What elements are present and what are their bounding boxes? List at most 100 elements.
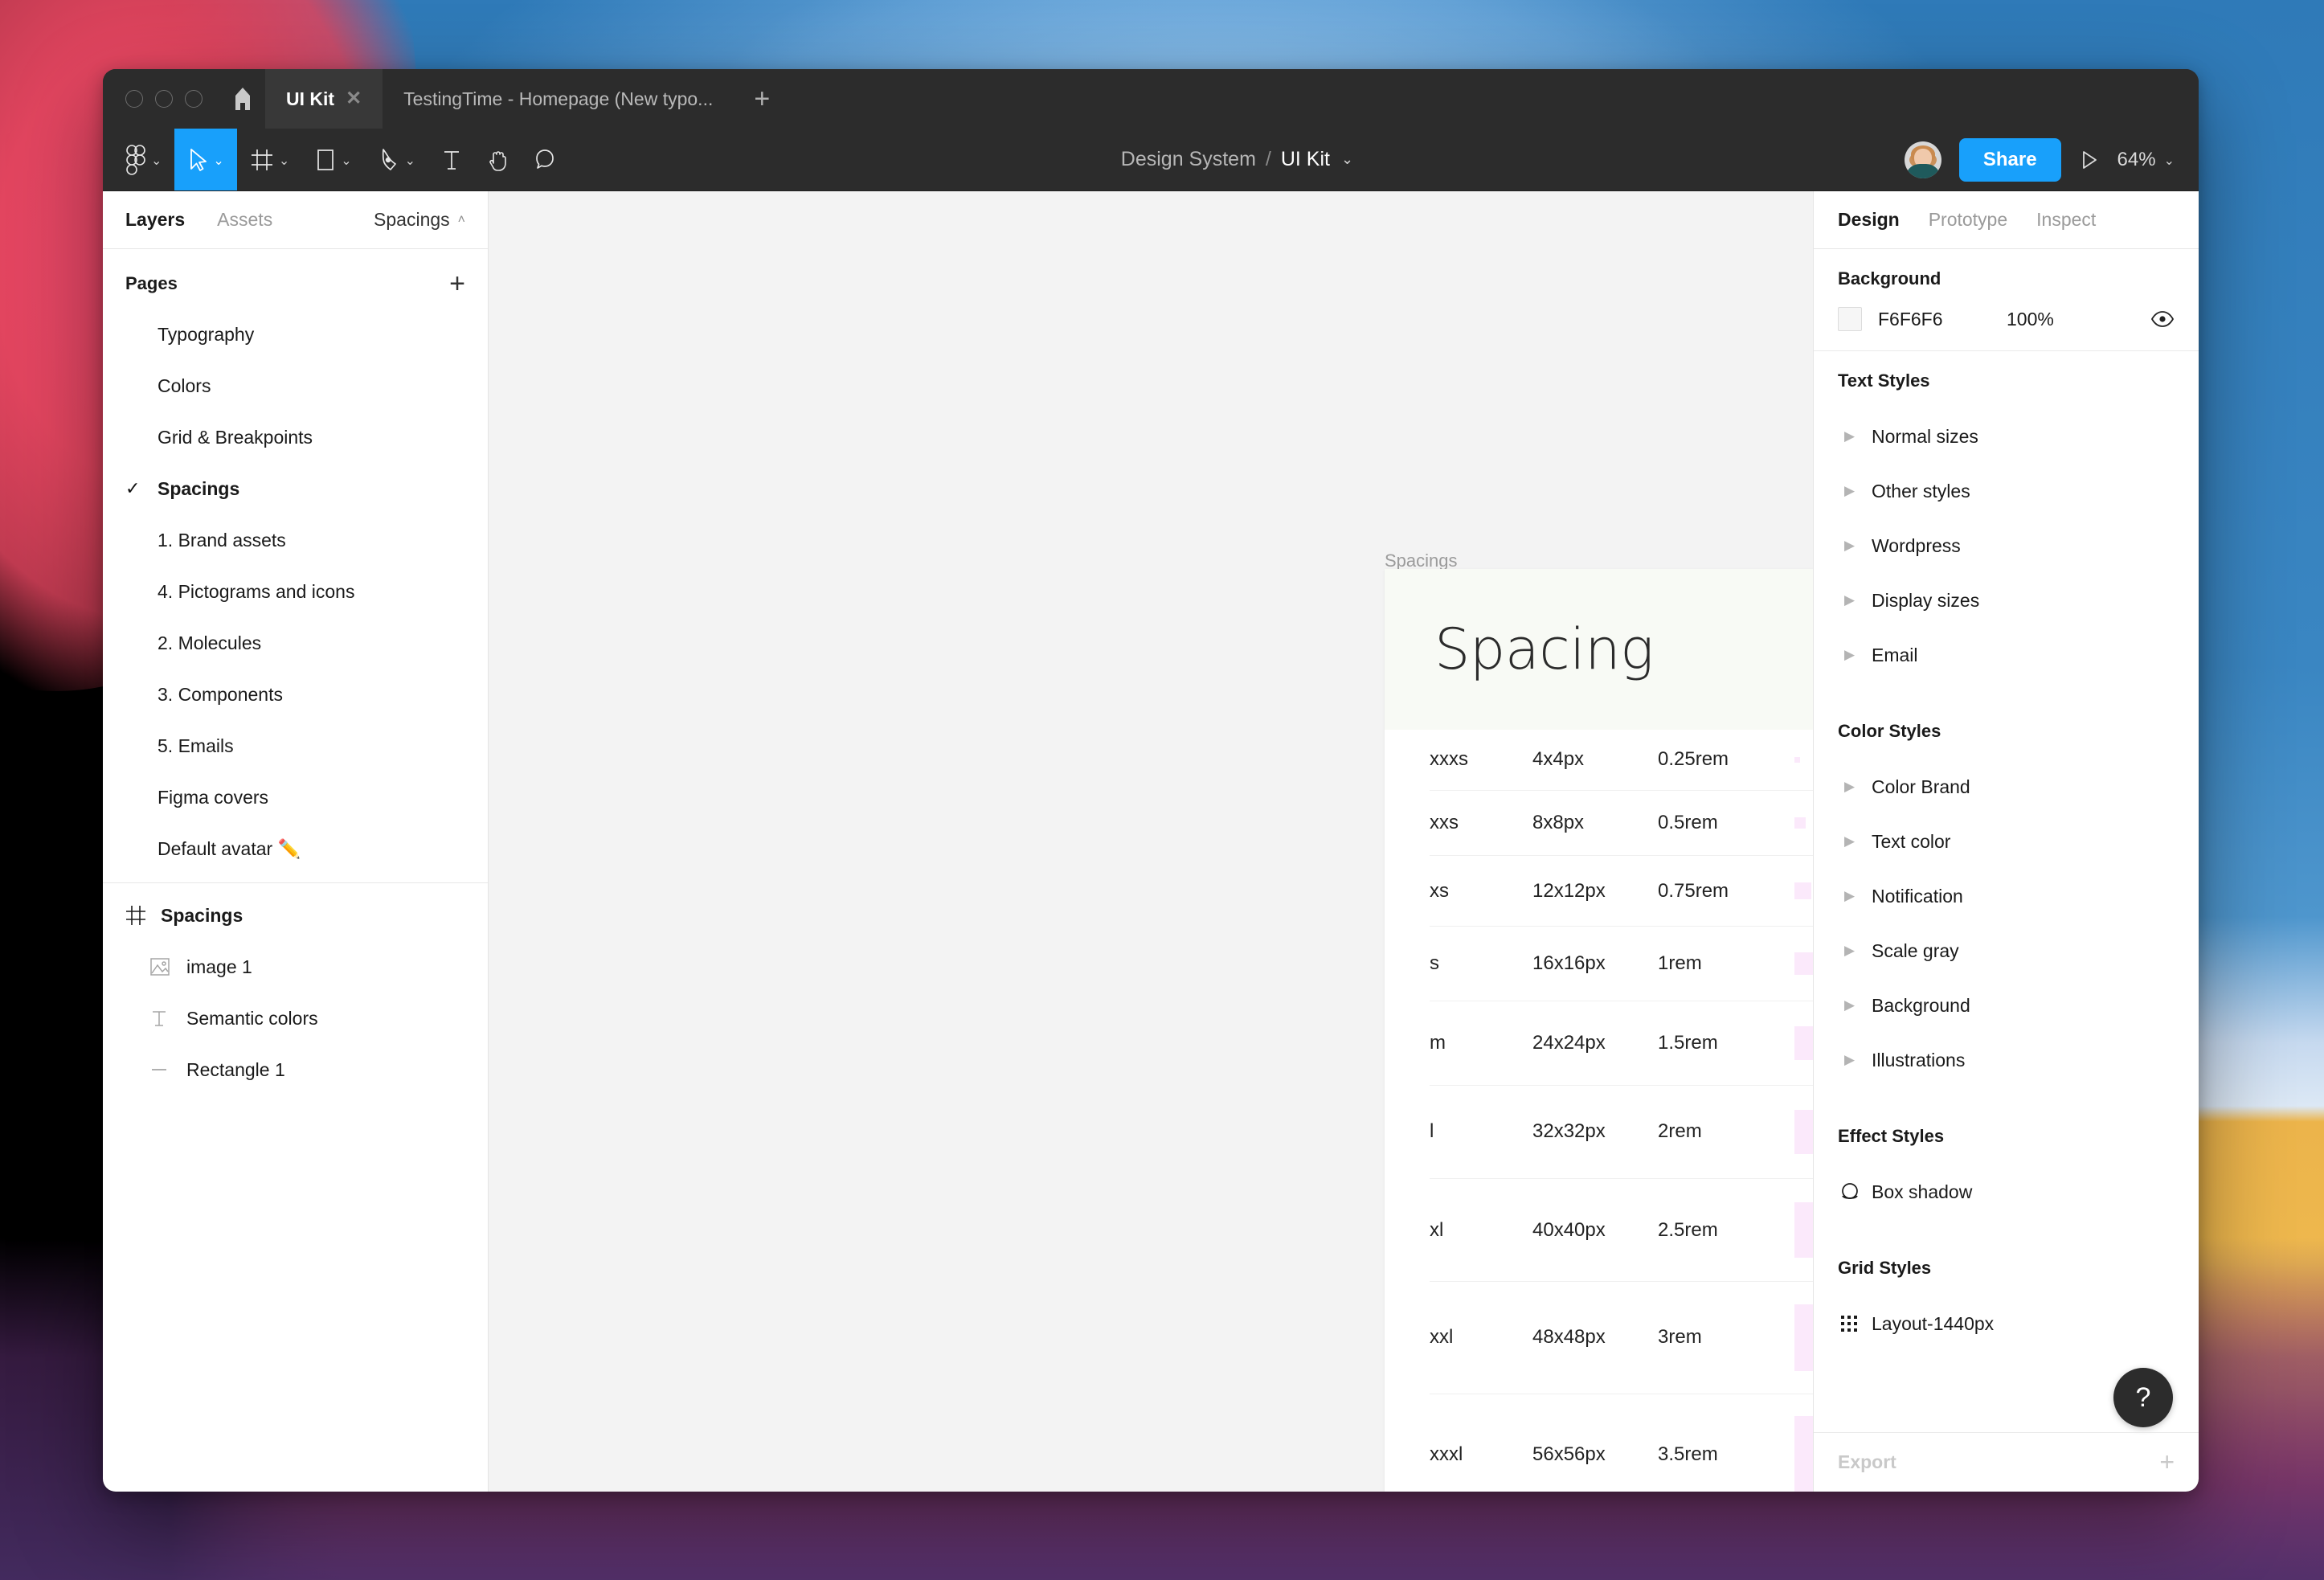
- minimize-window-button[interactable]: [155, 90, 173, 108]
- style-label: Email: [1872, 645, 1918, 666]
- move-cursor-icon[interactable]: ⌄: [174, 129, 236, 190]
- tab-assets[interactable]: Assets: [217, 209, 272, 231]
- style-group-background[interactable]: ▶ Background: [1838, 978, 2175, 1033]
- sidebar-item-typography[interactable]: Typography: [103, 309, 488, 360]
- layer-rectangle-1[interactable]: Rectangle 1: [103, 1044, 488, 1095]
- style-group-color-brand[interactable]: ▶ Color Brand: [1838, 759, 2175, 814]
- tab-testingtime-homepage[interactable]: TestingTime - Homepage (New typo...: [383, 69, 734, 129]
- spacing-px: 12x12px: [1532, 880, 1658, 903]
- hand-icon[interactable]: [475, 129, 522, 190]
- tab-inspect[interactable]: Inspect: [2036, 209, 2096, 231]
- artboard-spacings[interactable]: Spacing xxxs4x4px0.25remxxs8x8px0.5remxs…: [1385, 569, 1813, 1492]
- grid-style-layout-1440[interactable]: Layout-1440px: [1838, 1296, 2175, 1351]
- style-group-scale-gray[interactable]: ▶ Scale gray: [1838, 923, 2175, 978]
- tab-prototype[interactable]: Prototype: [1929, 209, 2007, 231]
- color-styles-title: Color Styles: [1838, 721, 2175, 742]
- sidebar-item-figma-covers[interactable]: Figma covers: [103, 772, 488, 823]
- frame-icon[interactable]: ⌄: [237, 129, 302, 190]
- background-hex-value[interactable]: F6F6F6: [1878, 309, 1991, 330]
- color-swatch[interactable]: [1838, 307, 1862, 331]
- page-selector[interactable]: Spacings ˄: [374, 209, 465, 231]
- layer-image-1[interactable]: image 1: [103, 941, 488, 993]
- home-icon[interactable]: [220, 69, 265, 129]
- sidebar-item-grid-breakpoints[interactable]: Grid & Breakpoints: [103, 411, 488, 463]
- tab-label: UI Kit: [286, 88, 334, 110]
- new-tab-button[interactable]: +: [734, 69, 790, 129]
- sidebar-item-molecules[interactable]: 2. Molecules: [103, 617, 488, 669]
- comment-icon[interactable]: [522, 129, 570, 190]
- chevron-right-icon: ▶: [1838, 888, 1872, 904]
- style-label: Scale gray: [1872, 940, 1959, 962]
- page-label: 1. Brand assets: [154, 530, 286, 551]
- image-icon: [149, 957, 186, 976]
- tab-ui-kit[interactable]: UI Kit ✕: [265, 69, 383, 129]
- spacing-swatch: [1794, 1110, 1813, 1154]
- background-title: Background: [1838, 268, 2175, 289]
- chevron-down-icon[interactable]: ⌄: [1341, 151, 1353, 168]
- chevron-down-icon[interactable]: ⌄: [341, 155, 351, 168]
- chevron-down-icon[interactable]: ⌄: [279, 155, 289, 168]
- tab-layers[interactable]: Layers: [125, 209, 185, 231]
- chevron-down-icon[interactable]: ⌄: [213, 155, 223, 168]
- file-breadcrumb: Design System / UI Kit ⌄: [570, 129, 1905, 190]
- style-group-display-sizes[interactable]: ▶ Display sizes: [1838, 573, 2175, 628]
- share-button[interactable]: Share: [1959, 138, 2061, 182]
- close-icon[interactable]: ✕: [346, 89, 362, 108]
- layer-semantic-colors[interactable]: Semantic colors: [103, 993, 488, 1044]
- design-canvas[interactable]: Spacings Spacing xxxs4x4px0.25remxxs8x8p…: [489, 191, 1813, 1492]
- style-group-email[interactable]: ▶ Email: [1838, 628, 2175, 682]
- layer-label: image 1: [186, 956, 252, 978]
- ellipse-shadow-icon: [1838, 1181, 1872, 1202]
- style-label: Normal sizes: [1872, 426, 1978, 448]
- breadcrumb-project[interactable]: Design System: [1121, 148, 1256, 171]
- tab-design[interactable]: Design: [1838, 209, 1900, 231]
- sidebar-item-spacings[interactable]: ✓ Spacings: [103, 463, 488, 514]
- spacing-rem: 3.5rem: [1658, 1443, 1794, 1466]
- sidebar-item-default-avatar[interactable]: Default avatar ✏️: [103, 823, 488, 874]
- add-export-button[interactable]: +: [2159, 1447, 2175, 1477]
- sidebar-item-components[interactable]: 3. Components: [103, 669, 488, 720]
- spacing-swatch-cell: [1794, 882, 1813, 899]
- style-group-wordpress[interactable]: ▶ Wordpress: [1838, 518, 2175, 573]
- style-group-normal-sizes[interactable]: ▶ Normal sizes: [1838, 409, 2175, 464]
- tab-label: TestingTime - Homepage (New typo...: [403, 88, 713, 110]
- chevron-down-icon[interactable]: ⌄: [151, 155, 162, 168]
- chevron-right-icon: ▶: [1838, 483, 1872, 499]
- maximize-window-button[interactable]: [185, 90, 203, 108]
- text-icon[interactable]: [428, 129, 475, 190]
- spacing-swatch-cell: [1794, 817, 1813, 829]
- sidebar-item-pictograms-icons[interactable]: 4. Pictograms and icons: [103, 566, 488, 617]
- breadcrumb-file[interactable]: UI Kit: [1281, 148, 1330, 171]
- avatar[interactable]: [1905, 141, 1941, 178]
- figma-menu-icon[interactable]: ⌄: [103, 129, 174, 190]
- chevron-down-icon[interactable]: ⌄: [2164, 155, 2175, 168]
- effect-style-box-shadow[interactable]: Box shadow: [1838, 1165, 2175, 1219]
- sidebar-item-colors[interactable]: Colors: [103, 360, 488, 411]
- chevron-down-icon[interactable]: ⌄: [405, 155, 415, 168]
- page-label: 2. Molecules: [154, 632, 261, 654]
- app-body: Layers Assets Spacings ˄ Pages + Typogra…: [103, 191, 2199, 1492]
- help-button[interactable]: ?: [2113, 1368, 2173, 1427]
- sidebar-item-emails[interactable]: 5. Emails: [103, 720, 488, 772]
- color-styles-section: Color Styles ▶ Color Brand ▶ Text color …: [1814, 702, 2199, 1107]
- spacing-name: xs: [1430, 880, 1532, 903]
- zoom-level: 64%: [2117, 149, 2156, 171]
- style-group-notification[interactable]: ▶ Notification: [1838, 869, 2175, 923]
- chevron-up-icon: ˄: [458, 213, 465, 227]
- style-group-illustrations[interactable]: ▶ Illustrations: [1838, 1033, 2175, 1087]
- zoom-control[interactable]: 64% ⌄: [2117, 149, 2175, 171]
- add-page-button[interactable]: +: [449, 270, 465, 297]
- background-opacity-value[interactable]: 100%: [2007, 309, 2054, 330]
- play-icon[interactable]: [2079, 149, 2100, 171]
- chevron-right-icon: ▶: [1838, 428, 1872, 444]
- style-group-other-styles[interactable]: ▶ Other styles: [1838, 464, 2175, 518]
- layer-spacings-frame[interactable]: Spacings: [103, 890, 488, 941]
- sidebar-item-brand-assets[interactable]: 1. Brand assets: [103, 514, 488, 566]
- eye-icon[interactable]: [2150, 310, 2175, 328]
- pen-icon[interactable]: ⌄: [365, 129, 428, 190]
- style-group-text-color[interactable]: ▶ Text color: [1838, 814, 2175, 869]
- spacing-rem: 1rem: [1658, 952, 1794, 975]
- close-window-button[interactable]: [125, 90, 143, 108]
- text-styles-title: Text Styles: [1838, 370, 2175, 391]
- shape-rectangle-icon[interactable]: ⌄: [302, 129, 364, 190]
